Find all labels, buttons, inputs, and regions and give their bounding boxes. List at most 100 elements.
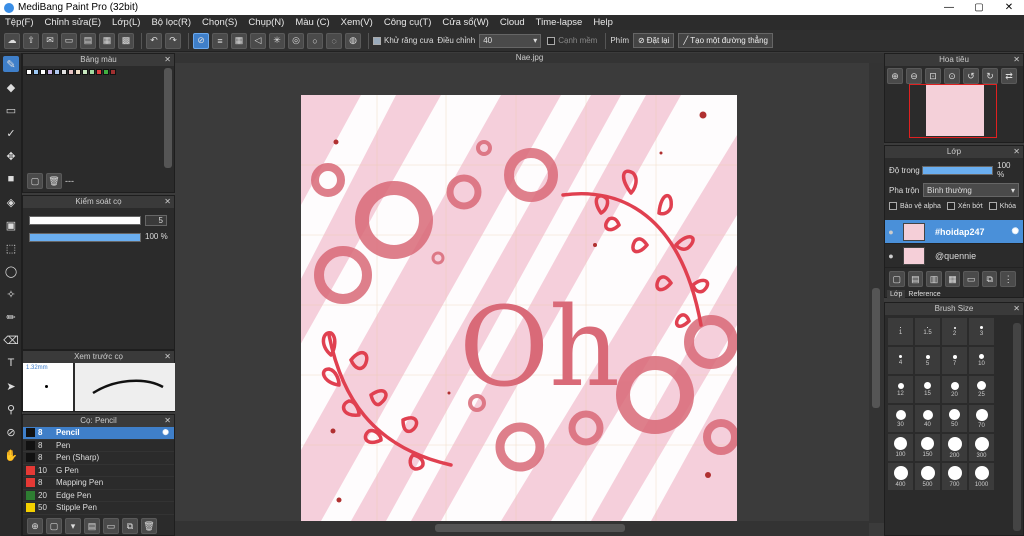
undo-icon[interactable]: ↶ [146,32,162,49]
reset-button[interactable]: ⊘ Đặt lại [633,33,675,48]
palette-scrollbar[interactable] [164,68,172,168]
zoom-in-icon[interactable]: ⊕ [887,68,903,84]
brush-size-value[interactable]: 5 [145,215,167,226]
brush-size-cell[interactable]: 70 [969,405,994,432]
menu-filter[interactable]: Bộ lọc(R) [151,17,191,28]
brush-size-cell[interactable]: 400 [888,463,913,490]
menu-help[interactable]: Help [593,17,613,28]
layer-item[interactable]: ● @quennie [885,244,1023,268]
brush-size-cell[interactable]: 12 [888,376,913,403]
brush-size-cell[interactable]: 7 [942,347,967,374]
brush-item-pen-sharp[interactable]: 8 Pen (Sharp) [23,452,174,465]
brush-size-cell[interactable]: 10 [969,347,994,374]
swatch-lavender[interactable] [47,69,53,75]
brush-opacity-slider[interactable] [29,233,141,242]
fit-icon[interactable]: ⊡ [925,68,941,84]
brush-item-pen[interactable]: 8 Pen [23,440,174,452]
new-8bit-layer-icon[interactable]: ▥ [926,271,942,287]
document-tab[interactable]: Nae.jpg [175,53,884,63]
brush-size-cell[interactable]: 1 [888,318,913,345]
menu-cloud[interactable]: Cloud [500,17,525,28]
brush-menu-icon[interactable]: ▾ [65,518,81,534]
close-icon[interactable]: ✕ [164,351,171,363]
select-eraser-tool-icon[interactable]: ⌫ [3,332,19,348]
swatch-rose[interactable] [68,69,74,75]
cloud-icon[interactable]: ☁ [4,32,20,49]
adjust-select[interactable]: 40 ▾ [479,33,542,48]
menu-edit[interactable]: Chỉnh sửa(E) [45,17,102,28]
flip-icon[interactable]: ⇄ [1001,68,1017,84]
snap-vanish-icon[interactable]: ◁ [250,32,266,49]
swatch-light-blue[interactable] [33,69,39,75]
text-tool-icon[interactable]: T [3,355,19,371]
lasso-tool-icon[interactable]: ◯ [3,263,19,279]
brush-size-cell[interactable]: 50 [942,405,967,432]
brush-size-cell[interactable]: 1.5 [915,318,940,345]
brush-size-cell[interactable]: 700 [942,463,967,490]
tab-layers[interactable]: Lớp [887,290,906,299]
page-list-icon[interactable]: ▦ [99,32,115,49]
swatch-dark-green[interactable] [103,69,109,75]
menu-color[interactable]: Màu (C) [295,17,329,28]
rotate-right-icon[interactable]: ↻ [982,68,998,84]
brush-size-cell[interactable]: 100 [888,434,913,461]
menu-layer[interactable]: Lớp(L) [112,17,140,28]
operation-tool-icon[interactable]: ➤ [3,378,19,394]
horizontal-scroll-thumb[interactable] [435,524,625,532]
page-icon[interactable]: ▤ [80,32,96,49]
menu-file[interactable]: Tệp(F) [5,17,34,28]
grid-icon[interactable]: ▩ [118,32,134,49]
brush-item-stipple-pen[interactable]: 50 Stipple Pen [23,502,174,515]
layer-item[interactable]: ● #hoidap247 ✺ [885,220,1023,244]
magic-wand-tool-icon[interactable]: ✧ [3,286,19,302]
brush-duplicate-icon[interactable]: ⧉ [122,518,138,534]
brush-size-cell[interactable]: 2 [942,318,967,345]
rotate-left-icon[interactable]: ↺ [963,68,979,84]
brush-size-cell[interactable]: 30 [888,405,913,432]
brush-size-cell[interactable]: 5 [915,347,940,374]
protect-alpha-checkbox[interactable] [889,202,897,210]
close-icon[interactable]: ✕ [164,54,171,66]
fill-rect-tool-icon[interactable]: ■ [3,171,19,187]
brush-size-cell[interactable]: 300 [969,434,994,461]
brush-size-cell[interactable]: 3 [969,318,994,345]
layer-menu-icon[interactable]: ⋮ [1000,271,1017,287]
close-icon[interactable]: ✕ [164,415,171,427]
swatch-green[interactable] [89,69,95,75]
comment-icon[interactable]: ✉ [42,32,58,49]
layer-opacity-slider[interactable] [921,165,994,175]
brush-copy-icon[interactable]: ▤ [84,518,100,534]
brush-size-cell[interactable]: 25 [969,376,994,403]
menu-snap[interactable]: Chụp(N) [248,17,284,28]
eyedropper-tool-icon[interactable]: ⚲ [3,401,19,417]
clip-checkbox[interactable] [946,202,955,210]
swatch-white-2[interactable] [40,69,46,75]
menu-window[interactable]: Cửa sổ(W) [442,17,488,28]
menu-select[interactable]: Chọn(S) [202,17,237,28]
brush-size-cell[interactable]: 150 [915,434,940,461]
brush-add-icon[interactable]: ⊕ [27,518,43,534]
upload-icon[interactable]: ⇧ [23,32,39,49]
new-layer-icon[interactable]: ▢ [889,271,905,287]
create-straight-line-button[interactable]: ╱ Tạo một đường thẳng [678,33,773,48]
trash-icon[interactable]: 🗑 [46,173,62,189]
brush-new-icon[interactable]: ▢ [46,518,62,534]
snap-circle-icon[interactable]: ○ [307,32,323,49]
gradient-tool-icon[interactable]: ▣ [3,217,19,233]
swatch-gray[interactable] [61,69,67,75]
snap-concentric-icon[interactable]: ◎ [288,32,304,49]
antialias-toggle[interactable]: Khử răng cưa [373,36,433,45]
zoom-out-icon[interactable]: ⊖ [906,68,922,84]
snap-curve-icon[interactable]: ◌ [326,32,342,49]
snap-settings-icon[interactable]: ◍ [345,32,361,49]
maximize-button[interactable]: ▢ [964,2,994,13]
gear-icon[interactable]: ✺ [1011,226,1019,237]
minimize-button[interactable]: — [934,2,964,13]
check-tool-icon[interactable]: ✓ [3,125,19,141]
new-folder-icon[interactable]: ▭ [963,271,979,287]
navigator-view-frame[interactable] [909,84,997,138]
visibility-icon[interactable]: ● [885,251,897,261]
menu-timelapse[interactable]: Time-lapse [536,17,583,28]
vertical-scroll-thumb[interactable] [872,288,880,408]
chat-icon[interactable]: ▭ [61,32,77,49]
